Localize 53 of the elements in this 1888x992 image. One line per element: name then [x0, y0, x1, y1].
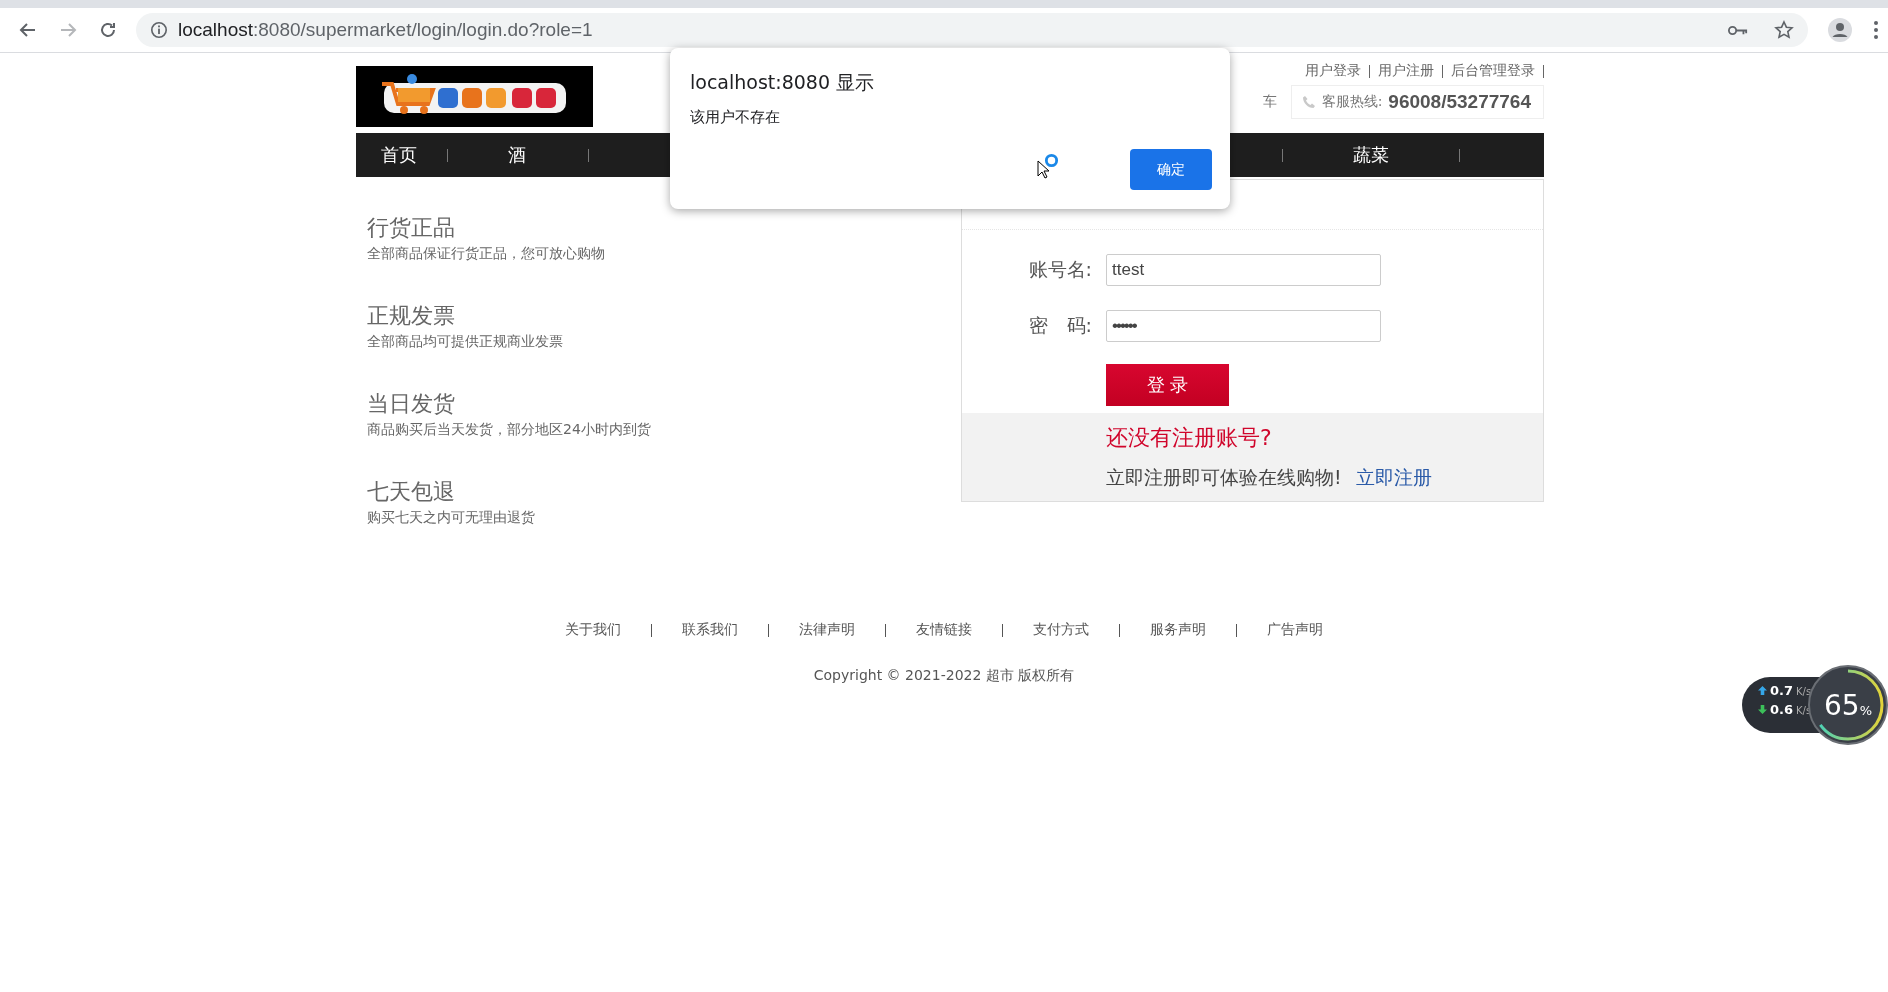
info-icon[interactable]	[150, 21, 168, 39]
footer-link[interactable]: 广告声明	[1267, 621, 1323, 639]
feature-title: 正规发票	[367, 302, 456, 330]
reload-icon[interactable]	[98, 20, 118, 40]
footer-link[interactable]: 关于我们	[565, 621, 621, 639]
footer-link[interactable]: 友情链接	[916, 621, 972, 639]
field-label: 密 码:	[1027, 313, 1092, 338]
ok-button[interactable]: 确定	[1130, 149, 1212, 190]
feature-description: 全部商品保证行货正品，您可放心购物	[367, 244, 606, 263]
hotline-number: 96008/53277764	[1388, 91, 1531, 113]
profile-icon[interactable]	[1828, 18, 1852, 42]
footer-link[interactable]: 联系我们	[682, 621, 738, 639]
nav-item[interactable]: 蔬菜	[1283, 143, 1459, 167]
nav-item[interactable]: 酒	[448, 143, 588, 167]
register-prompt: 还没有注册账号?	[1106, 424, 1273, 452]
register-text: 立即注册即可体验在线购物!	[1106, 465, 1342, 490]
footer-link[interactable]: 支付方式	[1033, 621, 1089, 639]
loading-icon	[1044, 153, 1059, 168]
address-bar[interactable]: localhost:8080/supermarket/login/login.do?role=1	[136, 13, 1808, 47]
star-icon[interactable]	[1774, 20, 1794, 40]
speed-unit: K/s	[1796, 686, 1812, 697]
download-speed: 0.6	[1770, 702, 1794, 717]
feature-title: 七天包退	[367, 478, 456, 506]
feature-description: 全部商品均可提供正规商业发票	[367, 332, 564, 351]
usage-percent: 65	[1824, 688, 1860, 722]
login-button[interactable]: 登 录	[1106, 364, 1229, 406]
footer-link[interactable]: 法律声明	[799, 621, 855, 639]
feature-description: 购买七天之内可无理由退货	[367, 508, 536, 527]
feature-title: 行货正品	[367, 214, 456, 242]
dialog-title: localhost:8080 显示	[690, 70, 876, 95]
percent-sign: %	[1859, 702, 1872, 718]
copyright: Copyright © 2021-2022 超市 版权所有	[813, 667, 1075, 685]
key-icon[interactable]	[1728, 23, 1748, 37]
phone-icon	[1301, 95, 1316, 109]
up-arrow-icon	[1758, 686, 1767, 695]
field-label: 账号名:	[1027, 257, 1092, 282]
dialog-message: 该用户不存在	[690, 108, 781, 127]
cursor-icon	[1037, 160, 1049, 179]
down-arrow-icon	[1758, 705, 1767, 714]
register-link[interactable]: 立即注册	[1355, 465, 1432, 491]
menu-icon[interactable]	[1874, 21, 1878, 39]
hotline-label: 客服热线:	[1321, 93, 1383, 111]
nav-item[interactable]: 首页	[356, 143, 447, 167]
top-link[interactable]: 用户登录	[1305, 62, 1361, 80]
feature-title: 当日发货	[367, 390, 456, 418]
username-field[interactable]: ttest	[1106, 254, 1381, 286]
feature-description: 商品购买后当天发货，部分地区24小时内到货	[367, 420, 651, 439]
cart-link[interactable]: 车	[1262, 93, 1277, 111]
top-link[interactable]: 后台管理登录	[1451, 62, 1535, 80]
upload-speed: 0.7	[1770, 683, 1794, 698]
footer-link[interactable]: 服务声明	[1150, 621, 1206, 639]
password-field[interactable]: ••••••	[1106, 310, 1381, 342]
top-link[interactable]: 用户注册	[1378, 62, 1434, 80]
